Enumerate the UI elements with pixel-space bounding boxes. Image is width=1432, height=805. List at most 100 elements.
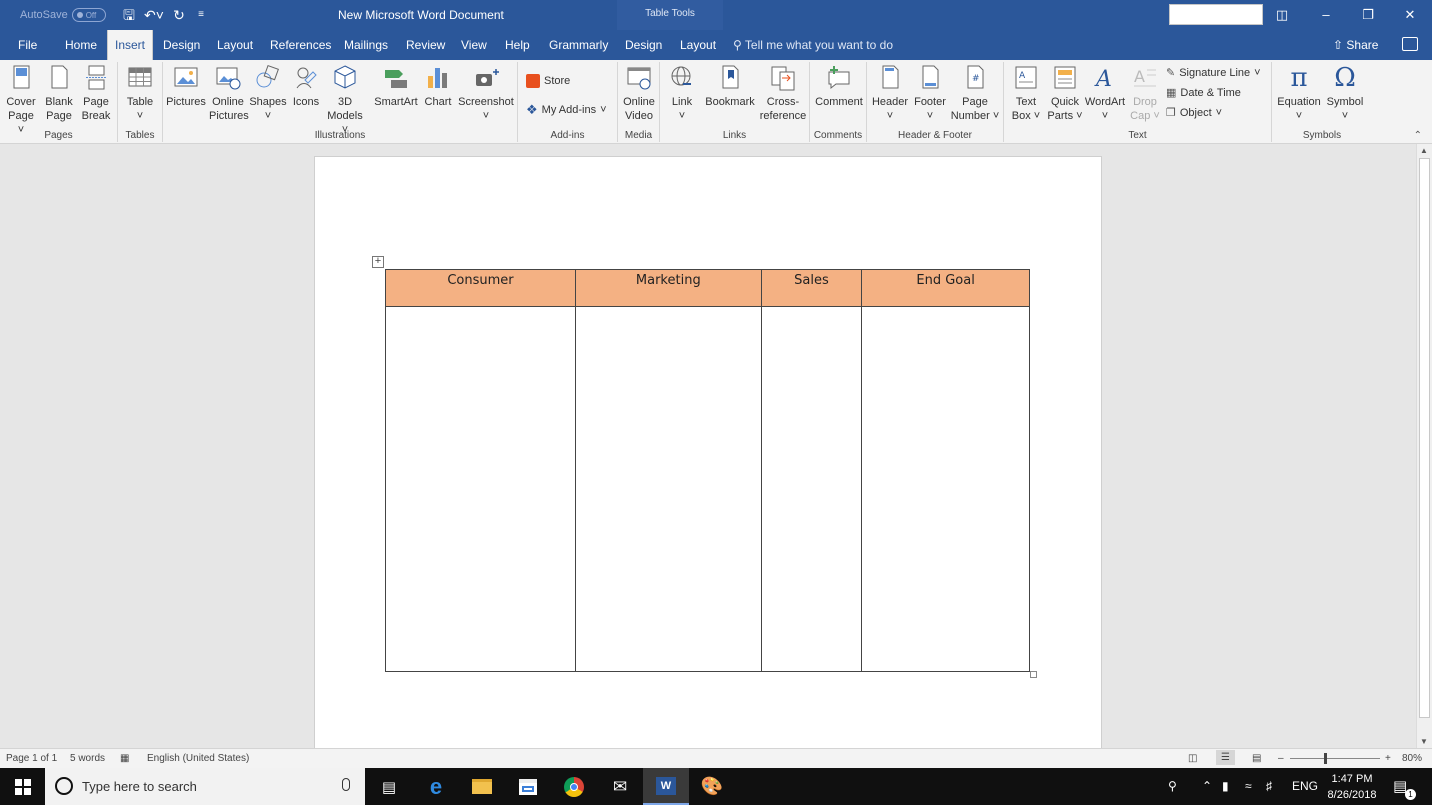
- ribbon-display-options-icon[interactable]: ◫: [1260, 0, 1304, 30]
- action-center-icon[interactable]: ▤: [1393, 768, 1407, 805]
- zoom-out-icon[interactable]: –: [1278, 753, 1284, 764]
- cover-page-button[interactable]: Cover Page ˅: [4, 64, 38, 137]
- redo-icon[interactable]: ↻: [168, 6, 190, 24]
- tell-me-search[interactable]: ⚲ Tell me what you want to do: [733, 30, 893, 60]
- tab-review[interactable]: Review: [406, 30, 445, 60]
- tab-table-design[interactable]: Design: [625, 30, 662, 60]
- table-resize-handle[interactable]: [1030, 671, 1037, 678]
- pictures-button[interactable]: Pictures: [165, 64, 207, 109]
- restore-button[interactable]: ❐: [1346, 0, 1390, 30]
- document-table[interactable]: Consumer Marketing Sales End Goal: [385, 269, 1030, 672]
- scroll-down-icon[interactable]: ▼: [1420, 737, 1428, 746]
- print-layout-icon[interactable]: ☰: [1216, 750, 1235, 765]
- table-header-cell[interactable]: Consumer: [385, 269, 576, 307]
- account-box[interactable]: [1169, 4, 1263, 25]
- new-comment-button[interactable]: Comment: [812, 64, 866, 109]
- save-icon[interactable]: 🖫: [118, 6, 140, 24]
- smartart-button[interactable]: SmartArt: [371, 64, 421, 109]
- tab-file[interactable]: File: [18, 30, 37, 60]
- zoom-level[interactable]: 80%: [1402, 753, 1422, 764]
- text-box-button[interactable]: A Text Box ˅: [1008, 64, 1044, 123]
- wordart-button[interactable]: A WordArt ˅: [1082, 64, 1128, 123]
- cross-reference-button[interactable]: Cross-reference: [758, 64, 808, 123]
- bookmark-button[interactable]: Bookmark: [702, 64, 758, 109]
- scroll-up-icon[interactable]: ▲: [1420, 146, 1428, 155]
- tab-grammarly[interactable]: Grammarly: [549, 30, 608, 60]
- date-time-button[interactable]: ▦ Date & Time: [1166, 86, 1241, 100]
- tab-table-layout[interactable]: Layout: [680, 30, 716, 60]
- symbol-button[interactable]: Ω Symbol ˅: [1324, 64, 1366, 123]
- paint-icon[interactable]: 🎨: [689, 768, 735, 805]
- page-number-button[interactable]: # Page Number ˅: [949, 64, 1001, 123]
- table-cell[interactable]: [760, 306, 863, 672]
- link-button[interactable]: Link ˅: [664, 64, 700, 123]
- zoom-slider[interactable]: [1290, 758, 1380, 759]
- table-header-cell[interactable]: Marketing: [574, 269, 762, 307]
- chart-button[interactable]: Chart: [421, 64, 455, 109]
- autosave-switch[interactable]: Off: [71, 8, 106, 22]
- read-mode-icon[interactable]: ◫: [1188, 753, 1197, 764]
- online-video-button[interactable]: Online Video: [620, 64, 658, 123]
- autosave-toggle[interactable]: AutoSave Off: [20, 8, 106, 22]
- tab-mailings[interactable]: Mailings: [344, 30, 388, 60]
- vertical-scrollbar[interactable]: ▲ ▼: [1416, 144, 1432, 748]
- taskbar-clock[interactable]: 1:47 PM 8/26/2018: [1322, 771, 1382, 803]
- table-button[interactable]: Table ˅: [122, 64, 158, 123]
- tab-design[interactable]: Design: [163, 30, 200, 60]
- wifi-icon[interactable]: ≈: [1245, 768, 1252, 805]
- customize-qat-icon[interactable]: ≡: [190, 6, 212, 24]
- zoom-slider-thumb[interactable]: [1324, 753, 1327, 764]
- people-icon[interactable]: ⚲: [1168, 768, 1177, 805]
- scroll-thumb[interactable]: [1419, 158, 1430, 718]
- language-indicator[interactable]: English (United States): [147, 753, 249, 764]
- drop-cap-button[interactable]: A Drop Cap ˅: [1128, 64, 1162, 123]
- minimize-button[interactable]: –: [1304, 0, 1348, 30]
- tab-help[interactable]: Help: [505, 30, 530, 60]
- tab-references[interactable]: References: [270, 30, 331, 60]
- show-hidden-icons[interactable]: ⌃: [1202, 768, 1212, 805]
- tab-home[interactable]: Home: [65, 30, 97, 60]
- footer-button[interactable]: Footer ˅: [911, 64, 949, 123]
- icons-button[interactable]: Icons: [289, 64, 323, 109]
- tab-insert[interactable]: Insert: [107, 30, 153, 60]
- page-count[interactable]: Page 1 of 1: [6, 753, 57, 764]
- screenshot-button[interactable]: Screenshot ˅: [457, 64, 515, 123]
- taskbar-search[interactable]: Type here to search: [45, 768, 365, 805]
- input-language[interactable]: ENG: [1292, 768, 1318, 805]
- comments-icon[interactable]: [1402, 37, 1418, 51]
- my-addins-button[interactable]: ❖ My Add-ins ˅: [526, 102, 607, 118]
- 3d-models-button[interactable]: 3D Models ˅: [325, 64, 365, 137]
- file-explorer-icon[interactable]: [459, 768, 505, 805]
- store-app-icon[interactable]: [505, 768, 551, 805]
- battery-icon[interactable]: ▮: [1222, 768, 1229, 805]
- shapes-button[interactable]: Shapes ˅: [249, 64, 287, 123]
- header-button[interactable]: Header ˅: [869, 64, 911, 123]
- microphone-icon[interactable]: [342, 778, 350, 791]
- tab-layout[interactable]: Layout: [217, 30, 253, 60]
- edge-icon[interactable]: e: [413, 768, 459, 805]
- web-layout-icon[interactable]: ▤: [1252, 753, 1261, 764]
- blank-page-button[interactable]: Blank Page: [42, 64, 76, 123]
- word-taskbar-icon[interactable]: W: [643, 768, 689, 805]
- proofing-icon[interactable]: ▦: [120, 753, 129, 764]
- zoom-in-icon[interactable]: +: [1385, 753, 1391, 764]
- share-button[interactable]: ⇧ Share: [1333, 30, 1378, 60]
- online-pictures-button[interactable]: Online Pictures: [209, 64, 249, 123]
- table-header-cell[interactable]: End Goal: [861, 269, 1030, 307]
- mail-icon[interactable]: ✉: [597, 768, 643, 805]
- store-button[interactable]: Store: [526, 74, 570, 88]
- word-count[interactable]: 5 words: [70, 753, 105, 764]
- object-button[interactable]: ❐ Object ˅: [1166, 106, 1222, 120]
- windows-start-icon[interactable]: [0, 768, 46, 805]
- quick-parts-button[interactable]: Quick Parts ˅: [1046, 64, 1084, 123]
- equation-button[interactable]: π Equation ˅: [1274, 64, 1324, 123]
- tab-view[interactable]: View: [461, 30, 487, 60]
- table-cell[interactable]: [574, 306, 762, 672]
- task-view-icon[interactable]: ▤: [366, 768, 412, 805]
- table-cell[interactable]: [385, 306, 576, 672]
- signature-line-button[interactable]: ✎ Signature Line ˅: [1166, 66, 1261, 80]
- collapse-ribbon-icon[interactable]: ⌃: [1414, 130, 1422, 141]
- volume-icon[interactable]: ♯: [1266, 768, 1272, 805]
- page-break-button[interactable]: Page Break: [78, 64, 114, 123]
- table-cell[interactable]: [861, 306, 1030, 672]
